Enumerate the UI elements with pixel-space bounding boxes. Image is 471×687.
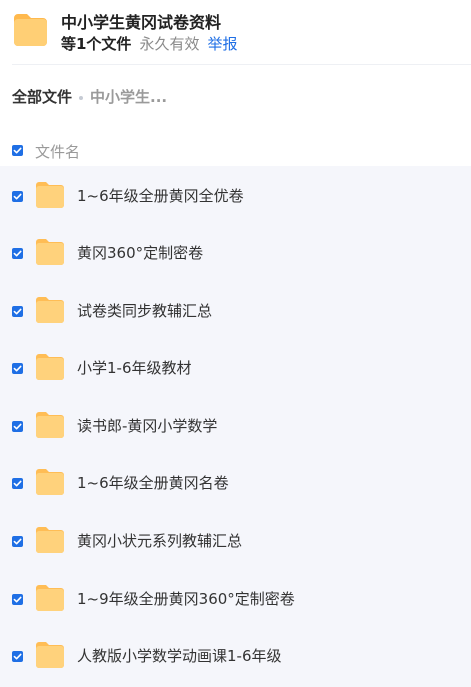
row-checkbox[interactable] bbox=[12, 594, 23, 605]
list-item[interactable]: 黄冈360°定制密卷 bbox=[0, 223, 471, 280]
file-name[interactable]: 试卷类同步教辅汇总 bbox=[77, 300, 212, 321]
list-item[interactable]: 小学1-6年级教材 bbox=[0, 338, 471, 395]
checkbox-checked-icon bbox=[13, 423, 22, 430]
row-checkbox[interactable] bbox=[12, 651, 23, 662]
report-link[interactable]: 举报 bbox=[207, 35, 237, 53]
header-divider bbox=[12, 64, 471, 65]
file-name[interactable]: 1~6年级全册黄冈全优卷 bbox=[77, 185, 244, 206]
row-checkbox[interactable] bbox=[12, 363, 23, 374]
file-name[interactable]: 人教版小学数学动画课1-6年级 bbox=[77, 645, 282, 666]
list-item[interactable]: 1~9年级全册黄冈360°定制密卷 bbox=[0, 569, 471, 626]
row-checkbox[interactable] bbox=[12, 191, 23, 202]
list-item[interactable]: 1~6年级全册黄冈名卷 bbox=[0, 453, 471, 510]
list-item[interactable]: 黄冈小状元系列教辅汇总 bbox=[0, 511, 471, 568]
folder-icon bbox=[12, 12, 49, 48]
checkbox-checked-icon bbox=[13, 250, 22, 257]
file-name[interactable]: 1~6年级全册黄冈名卷 bbox=[77, 472, 229, 493]
share-header: 中小学生黄冈试卷资料 等1个文件 永久有效 举报 bbox=[0, 0, 471, 65]
file-name[interactable]: 读书郎-黄冈小学数学 bbox=[77, 415, 217, 436]
list-item[interactable]: 读书郎-黄冈小学数学 bbox=[0, 396, 471, 453]
folder-icon bbox=[35, 353, 65, 381]
folder-icon bbox=[35, 468, 65, 496]
list-item[interactable]: 试卷类同步教辅汇总 bbox=[0, 281, 471, 338]
checkbox-checked-icon bbox=[13, 653, 22, 660]
file-list: 1~6年级全册黄冈全优卷 黄冈360°定制密卷 试卷类同步教辅汇总 小学1-6年… bbox=[0, 166, 471, 687]
list-header: 文件名 bbox=[0, 137, 471, 166]
file-count: 等1个文件 bbox=[61, 35, 132, 53]
file-name[interactable]: 黄冈360°定制密卷 bbox=[77, 242, 203, 263]
checkbox-checked-icon bbox=[13, 480, 22, 487]
checkbox-checked-icon bbox=[13, 308, 22, 315]
folder-icon bbox=[35, 526, 65, 554]
folder-icon bbox=[35, 641, 65, 669]
folder-icon bbox=[35, 296, 65, 324]
select-all-checkbox[interactable] bbox=[12, 145, 23, 156]
list-item[interactable]: 1~6年级全册黄冈全优卷 bbox=[0, 166, 471, 223]
checkbox-checked-icon bbox=[13, 193, 22, 200]
folder-icon bbox=[35, 411, 65, 439]
list-item[interactable]: 人教版小学数学动画课1-6年级 bbox=[0, 626, 471, 683]
row-checkbox[interactable] bbox=[12, 421, 23, 432]
share-meta: 等1个文件 永久有效 举报 bbox=[61, 33, 237, 54]
checkbox-checked-icon bbox=[13, 365, 22, 372]
row-checkbox[interactable] bbox=[12, 306, 23, 317]
folder-icon bbox=[35, 584, 65, 612]
share-title: 中小学生黄冈试卷资料 bbox=[61, 13, 222, 32]
row-checkbox[interactable] bbox=[12, 248, 23, 259]
file-name[interactable]: 小学1-6年级教材 bbox=[77, 357, 192, 378]
checkbox-checked-icon bbox=[13, 596, 22, 603]
breadcrumb-all-files[interactable]: 全部文件 bbox=[12, 88, 72, 106]
breadcrumb-separator bbox=[79, 95, 84, 100]
row-checkbox[interactable] bbox=[12, 536, 23, 547]
folder-icon bbox=[35, 181, 65, 209]
checkbox-checked-icon bbox=[13, 147, 22, 154]
file-name[interactable]: 黄冈小状元系列教辅汇总 bbox=[77, 530, 242, 551]
file-name[interactable]: 1~9年级全册黄冈360°定制密卷 bbox=[77, 588, 295, 609]
checkbox-checked-icon bbox=[13, 538, 22, 545]
validity-text: 永久有效 bbox=[139, 35, 200, 53]
folder-icon bbox=[35, 238, 65, 266]
breadcrumb-current: 中小学生... bbox=[90, 88, 168, 106]
column-header-filename: 文件名 bbox=[35, 143, 81, 161]
breadcrumb: 全部文件 中小学生... bbox=[12, 86, 167, 107]
row-checkbox[interactable] bbox=[12, 478, 23, 489]
